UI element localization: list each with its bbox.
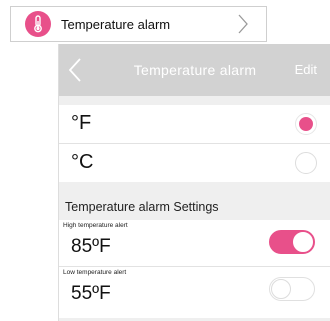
temperature-alarm-row-label: Temperature alarm	[61, 16, 171, 32]
temperature-alarm-screen: Temperature alarm Edit °F °C Temperature…	[58, 44, 330, 321]
spacer	[59, 96, 330, 105]
edit-button[interactable]: Edit	[295, 62, 317, 77]
settings-section-header: Temperature alarm Settings	[59, 196, 330, 220]
low-alert-toggle[interactable]	[269, 277, 315, 301]
high-alert-toggle[interactable]	[269, 230, 315, 254]
high-alert-caption: High temperature alert	[63, 222, 128, 229]
spacer	[59, 182, 330, 196]
low-temperature-alert-row: Low temperature alert 55ºF	[59, 267, 330, 313]
thermometer-icon	[25, 11, 51, 37]
high-temperature-alert-row: High temperature alert 85ºF	[59, 220, 330, 266]
unit-label: °C	[71, 151, 94, 173]
unit-option-fahrenheit[interactable]: °F	[59, 105, 330, 143]
chevron-right-icon	[238, 14, 248, 39]
toggle-knob	[271, 279, 291, 299]
unit-label: °F	[71, 112, 92, 134]
celsius-radio[interactable]	[295, 152, 317, 174]
low-alert-value[interactable]: 55ºF	[71, 283, 111, 305]
page-title: Temperature alarm	[133, 62, 257, 78]
high-alert-value[interactable]: 85ºF	[71, 236, 111, 258]
fahrenheit-radio[interactable]	[295, 113, 317, 135]
temperature-alarm-row[interactable]: Temperature alarm	[10, 6, 267, 42]
unit-option-celsius[interactable]: °C	[59, 144, 330, 182]
section-title: Temperature alarm Settings	[65, 200, 219, 214]
toggle-knob	[293, 232, 313, 252]
low-alert-caption: Low temperature alert	[63, 269, 127, 276]
navigation-bar: Temperature alarm Edit	[59, 44, 330, 96]
